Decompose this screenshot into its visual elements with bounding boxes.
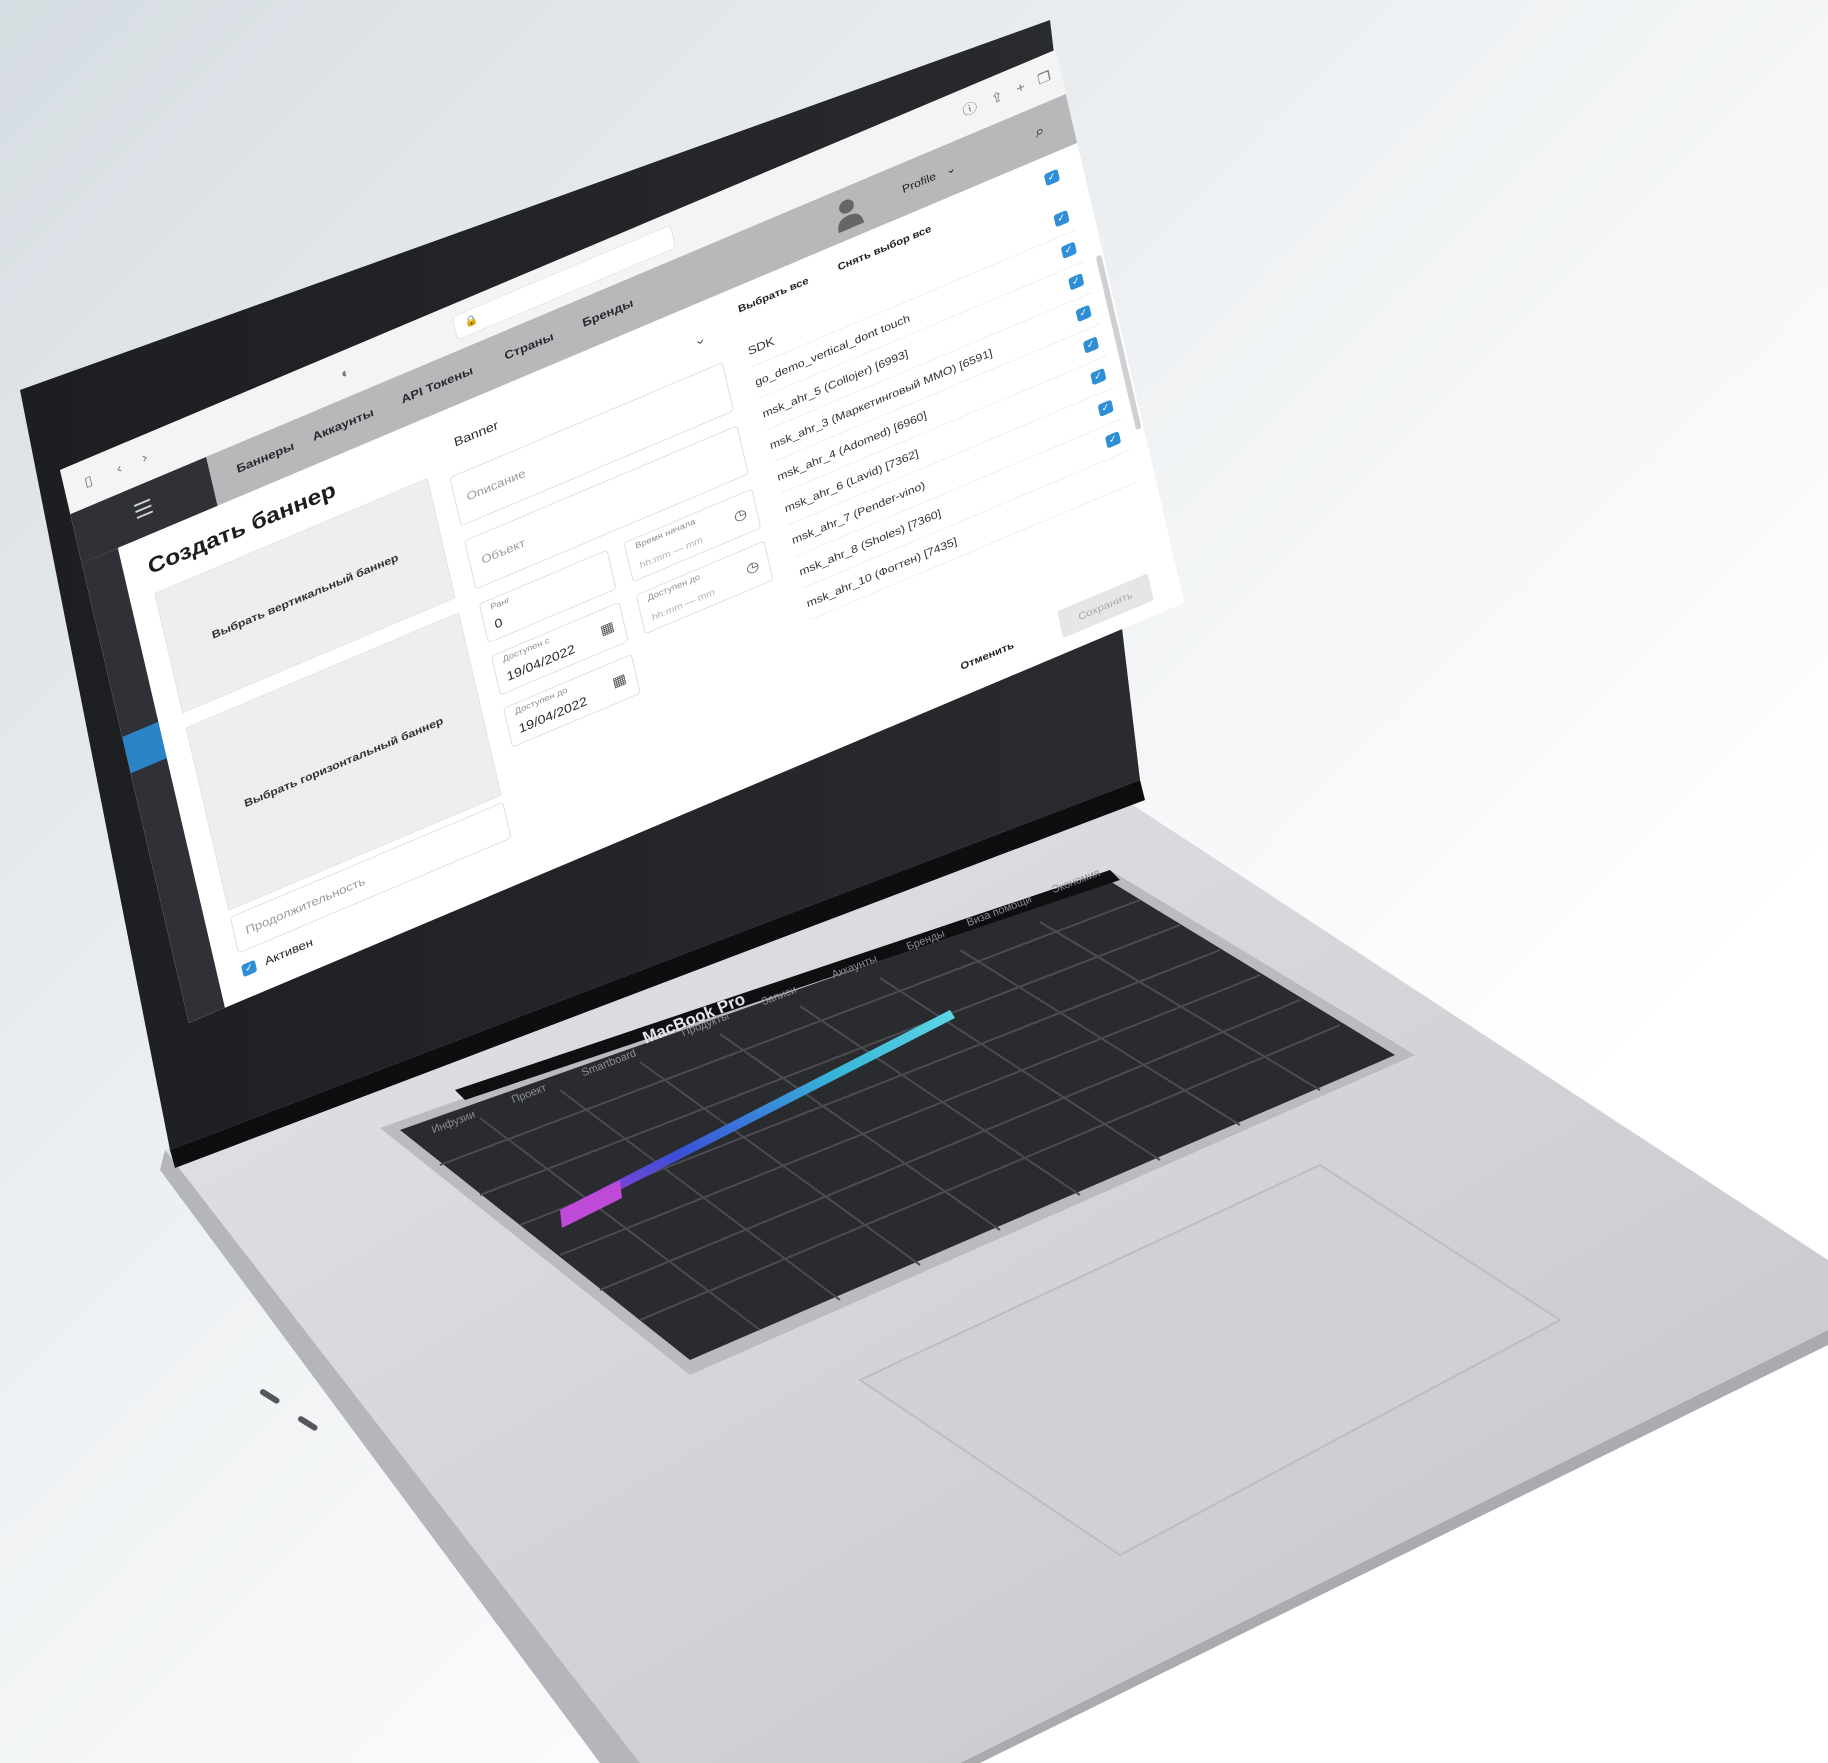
calendar-icon[interactable]: ▦ [599,618,616,640]
active-checkbox[interactable]: ✓ [240,959,258,977]
sdk-item-checkbox[interactable]: ✓ [1082,336,1100,354]
sdk-item-checkbox[interactable]: ✓ [1090,367,1107,386]
sdk-header-checkbox[interactable]: ✓ [1053,209,1070,228]
nav-item-brands[interactable]: Бренды [581,296,634,330]
sdk-item-checkbox[interactable]: ✓ [1097,399,1114,418]
sdk-item-checkbox[interactable]: ✓ [1104,431,1122,449]
nav-item-accounts[interactable]: Аккаунты [311,405,375,443]
avatar[interactable] [829,191,867,234]
object-placeholder: Объект [480,535,527,567]
description-placeholder: Описание [465,466,527,504]
lock-icon: 🔒 [462,312,480,330]
rank-label: Ранг [489,595,511,613]
nav-item-api-tokens[interactable]: API Токены [400,363,474,406]
usb-port-2 [297,1416,318,1431]
search-icon[interactable]: ⌕ [1033,121,1046,141]
info-icon[interactable]: ⓘ [959,98,981,121]
nav-item-banners[interactable]: Баннеры [235,439,295,476]
user-menu[interactable]: Profile [901,170,937,196]
clock-icon: ◷ [744,558,761,578]
sdk-item-checkbox[interactable]: ✓ [1060,241,1078,260]
active-label: Активен [263,934,315,968]
rank-value: 0 [493,615,504,633]
scene: ▯ ‹ › ◐ 🔒 ⓘ ⇪ + ❐ ☰ Баннеры Аккаунты API… [0,0,1828,1763]
usb-port-1 [259,1389,280,1404]
new-tab-icon[interactable]: + [1010,77,1032,100]
chevron-down-icon[interactable]: ⌄ [944,161,957,178]
type-value: Banner [452,418,500,450]
sidebar-toggle-icon[interactable]: ▯ [78,470,100,493]
chevron-down-icon: ⌄ [692,330,708,350]
share-icon[interactable]: ⇪ [986,87,1008,110]
sdk-checkbox-all[interactable]: ✓ [1043,168,1061,187]
tabs-icon[interactable]: ❐ [1033,67,1055,90]
forward-icon[interactable]: › [134,447,156,470]
calendar-icon[interactable]: ▦ [611,670,628,692]
back-icon[interactable]: ‹ [109,457,131,480]
theme-toggle-icon[interactable]: ◐ [335,362,357,385]
sdk-item-checkbox[interactable]: ✓ [1075,304,1092,323]
sdk-item-checkbox[interactable]: ✓ [1068,273,1085,291]
sdk-header: SDK [746,334,776,358]
nav-item-countries[interactable]: Страны [503,329,555,362]
clock-icon: ◷ [732,506,749,525]
